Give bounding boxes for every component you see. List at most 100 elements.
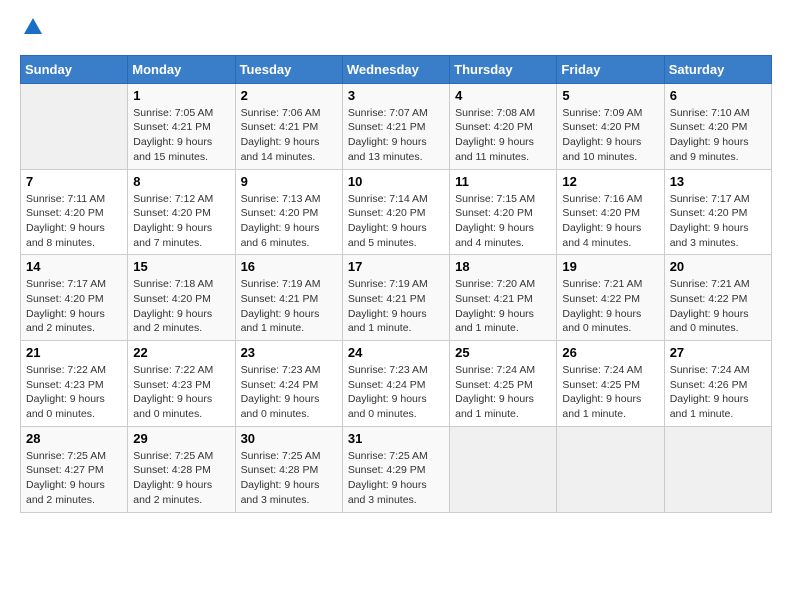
page-header [20,16,772,43]
day-number: 8 [133,174,229,189]
day-info: Sunrise: 7:21 AMSunset: 4:22 PMDaylight:… [562,277,658,336]
calendar-day-cell [450,426,557,512]
day-number: 27 [670,345,766,360]
calendar-day-cell: 12 Sunrise: 7:16 AMSunset: 4:20 PMDayligh… [557,169,664,255]
day-number: 15 [133,259,229,274]
day-number: 2 [241,88,337,103]
calendar-day-cell: 25 Sunrise: 7:24 AMSunset: 4:25 PMDayligh… [450,341,557,427]
calendar-week-row: 21 Sunrise: 7:22 AMSunset: 4:23 PMDayligh… [21,341,772,427]
day-info: Sunrise: 7:22 AMSunset: 4:23 PMDaylight:… [26,363,122,422]
day-number: 14 [26,259,122,274]
day-number: 3 [348,88,444,103]
calendar-day-cell: 23Sunrise: 7:23 AMSunset: 4:24 PMDayligh… [235,341,342,427]
day-of-week-header: Wednesday [342,55,449,83]
day-number: 6 [670,88,766,103]
calendar-day-cell: 8 Sunrise: 7:12 AMSunset: 4:20 PMDaylight… [128,169,235,255]
calendar-day-cell: 16 Sunrise: 7:19 AMSunset: 4:21 PMDayligh… [235,255,342,341]
day-number: 24 [348,345,444,360]
day-number: 18 [455,259,551,274]
day-number: 13 [670,174,766,189]
calendar-day-cell: 30Sunrise: 7:25 AMSunset: 4:28 PMDayligh… [235,426,342,512]
calendar-week-row: 7Sunrise: 7:11 AMSunset: 4:20 PMDaylight… [21,169,772,255]
calendar-day-cell: 31 Sunrise: 7:25 AMSunset: 4:29 PMDayligh… [342,426,449,512]
day-of-week-header: Sunday [21,55,128,83]
calendar-week-row: 14 Sunrise: 7:17 AMSunset: 4:20 PMDayligh… [21,255,772,341]
day-number: 19 [562,259,658,274]
calendar-day-cell: 7Sunrise: 7:11 AMSunset: 4:20 PMDaylight… [21,169,128,255]
day-number: 31 [348,431,444,446]
calendar-week-row: 28 Sunrise: 7:25 AMSunset: 4:27 PMDayligh… [21,426,772,512]
day-info: Sunrise: 7:17 AMSunset: 4:20 PMDaylight:… [26,277,122,336]
day-info: Sunrise: 7:25 AMSunset: 4:29 PMDaylight:… [348,449,444,508]
calendar-day-cell [557,426,664,512]
day-info: Sunrise: 7:24 AMSunset: 4:26 PMDaylight:… [670,363,766,422]
day-info: Sunrise: 7:14 AMSunset: 4:20 PMDaylight:… [348,192,444,251]
calendar-day-cell: 18 Sunrise: 7:20 AMSunset: 4:21 PMDayligh… [450,255,557,341]
day-info: Sunrise: 7:15 AMSunset: 4:20 PMDaylight:… [455,192,551,251]
calendar-day-cell: 29 Sunrise: 7:25 AMSunset: 4:28 PMDayligh… [128,426,235,512]
calendar-day-cell: 4Sunrise: 7:08 AMSunset: 4:20 PMDaylight… [450,83,557,169]
calendar-day-cell: 27 Sunrise: 7:24 AMSunset: 4:26 PMDayligh… [664,341,771,427]
day-number: 16 [241,259,337,274]
calendar-day-cell: 11Sunrise: 7:15 AMSunset: 4:20 PMDayligh… [450,169,557,255]
day-info: Sunrise: 7:11 AMSunset: 4:20 PMDaylight:… [26,192,122,251]
day-of-week-header: Monday [128,55,235,83]
calendar-day-cell: 21 Sunrise: 7:22 AMSunset: 4:23 PMDayligh… [21,341,128,427]
day-info: Sunrise: 7:16 AMSunset: 4:20 PMDaylight:… [562,192,658,251]
day-number: 29 [133,431,229,446]
calendar-day-cell [664,426,771,512]
day-number: 12 [562,174,658,189]
calendar-day-cell: 17 Sunrise: 7:19 AMSunset: 4:21 PMDayligh… [342,255,449,341]
day-info: Sunrise: 7:23 AMSunset: 4:24 PMDaylight:… [348,363,444,422]
day-info: Sunrise: 7:18 AMSunset: 4:20 PMDaylight:… [133,277,229,336]
day-of-week-header: Friday [557,55,664,83]
day-info: Sunrise: 7:09 AMSunset: 4:20 PMDaylight:… [562,106,658,165]
day-number: 28 [26,431,122,446]
day-info: Sunrise: 7:24 AMSunset: 4:25 PMDaylight:… [562,363,658,422]
calendar-day-cell: 24 Sunrise: 7:23 AMSunset: 4:24 PMDayligh… [342,341,449,427]
day-info: Sunrise: 7:13 AMSunset: 4:20 PMDaylight:… [241,192,337,251]
day-number: 25 [455,345,551,360]
calendar-header: SundayMondayTuesdayWednesdayThursdayFrid… [21,55,772,83]
day-number: 17 [348,259,444,274]
calendar-day-cell: 3 Sunrise: 7:07 AMSunset: 4:21 PMDaylight… [342,83,449,169]
day-number: 26 [562,345,658,360]
calendar-day-cell: 20 Sunrise: 7:21 AMSunset: 4:22 PMDayligh… [664,255,771,341]
calendar-day-cell: 15 Sunrise: 7:18 AMSunset: 4:20 PMDayligh… [128,255,235,341]
day-of-week-header: Saturday [664,55,771,83]
day-number: 20 [670,259,766,274]
calendar-week-row: 1 Sunrise: 7:05 AMSunset: 4:21 PMDaylight… [21,83,772,169]
day-info: Sunrise: 7:24 AMSunset: 4:25 PMDaylight:… [455,363,551,422]
day-number: 9 [241,174,337,189]
day-info: Sunrise: 7:12 AMSunset: 4:20 PMDaylight:… [133,192,229,251]
day-info: Sunrise: 7:19 AMSunset: 4:21 PMDaylight:… [348,277,444,336]
day-number: 10 [348,174,444,189]
day-of-week-header: Tuesday [235,55,342,83]
calendar-table: SundayMondayTuesdayWednesdayThursdayFrid… [20,55,772,513]
day-number: 21 [26,345,122,360]
calendar-day-cell: 9 Sunrise: 7:13 AMSunset: 4:20 PMDaylight… [235,169,342,255]
day-info: Sunrise: 7:19 AMSunset: 4:21 PMDaylight:… [241,277,337,336]
day-number: 5 [562,88,658,103]
day-number: 1 [133,88,229,103]
calendar-day-cell: 1 Sunrise: 7:05 AMSunset: 4:21 PMDaylight… [128,83,235,169]
day-number: 23 [241,345,337,360]
calendar-day-cell: 14 Sunrise: 7:17 AMSunset: 4:20 PMDayligh… [21,255,128,341]
day-info: Sunrise: 7:08 AMSunset: 4:20 PMDaylight:… [455,106,551,165]
calendar-day-cell: 6Sunrise: 7:10 AMSunset: 4:20 PMDaylight… [664,83,771,169]
calendar-day-cell: 28 Sunrise: 7:25 AMSunset: 4:27 PMDayligh… [21,426,128,512]
day-info: Sunrise: 7:20 AMSunset: 4:21 PMDaylight:… [455,277,551,336]
day-of-week-header: Thursday [450,55,557,83]
calendar-day-cell [21,83,128,169]
day-info: Sunrise: 7:07 AMSunset: 4:21 PMDaylight:… [348,106,444,165]
day-info: Sunrise: 7:21 AMSunset: 4:22 PMDaylight:… [670,277,766,336]
day-info: Sunrise: 7:05 AMSunset: 4:21 PMDaylight:… [133,106,229,165]
day-info: Sunrise: 7:25 AMSunset: 4:27 PMDaylight:… [26,449,122,508]
calendar-day-cell: 22 Sunrise: 7:22 AMSunset: 4:23 PMDayligh… [128,341,235,427]
day-number: 22 [133,345,229,360]
day-info: Sunrise: 7:22 AMSunset: 4:23 PMDaylight:… [133,363,229,422]
calendar-day-cell: 19 Sunrise: 7:21 AMSunset: 4:22 PMDayligh… [557,255,664,341]
calendar-day-cell: 26 Sunrise: 7:24 AMSunset: 4:25 PMDayligh… [557,341,664,427]
day-number: 30 [241,431,337,446]
day-info: Sunrise: 7:25 AMSunset: 4:28 PMDaylight:… [133,449,229,508]
